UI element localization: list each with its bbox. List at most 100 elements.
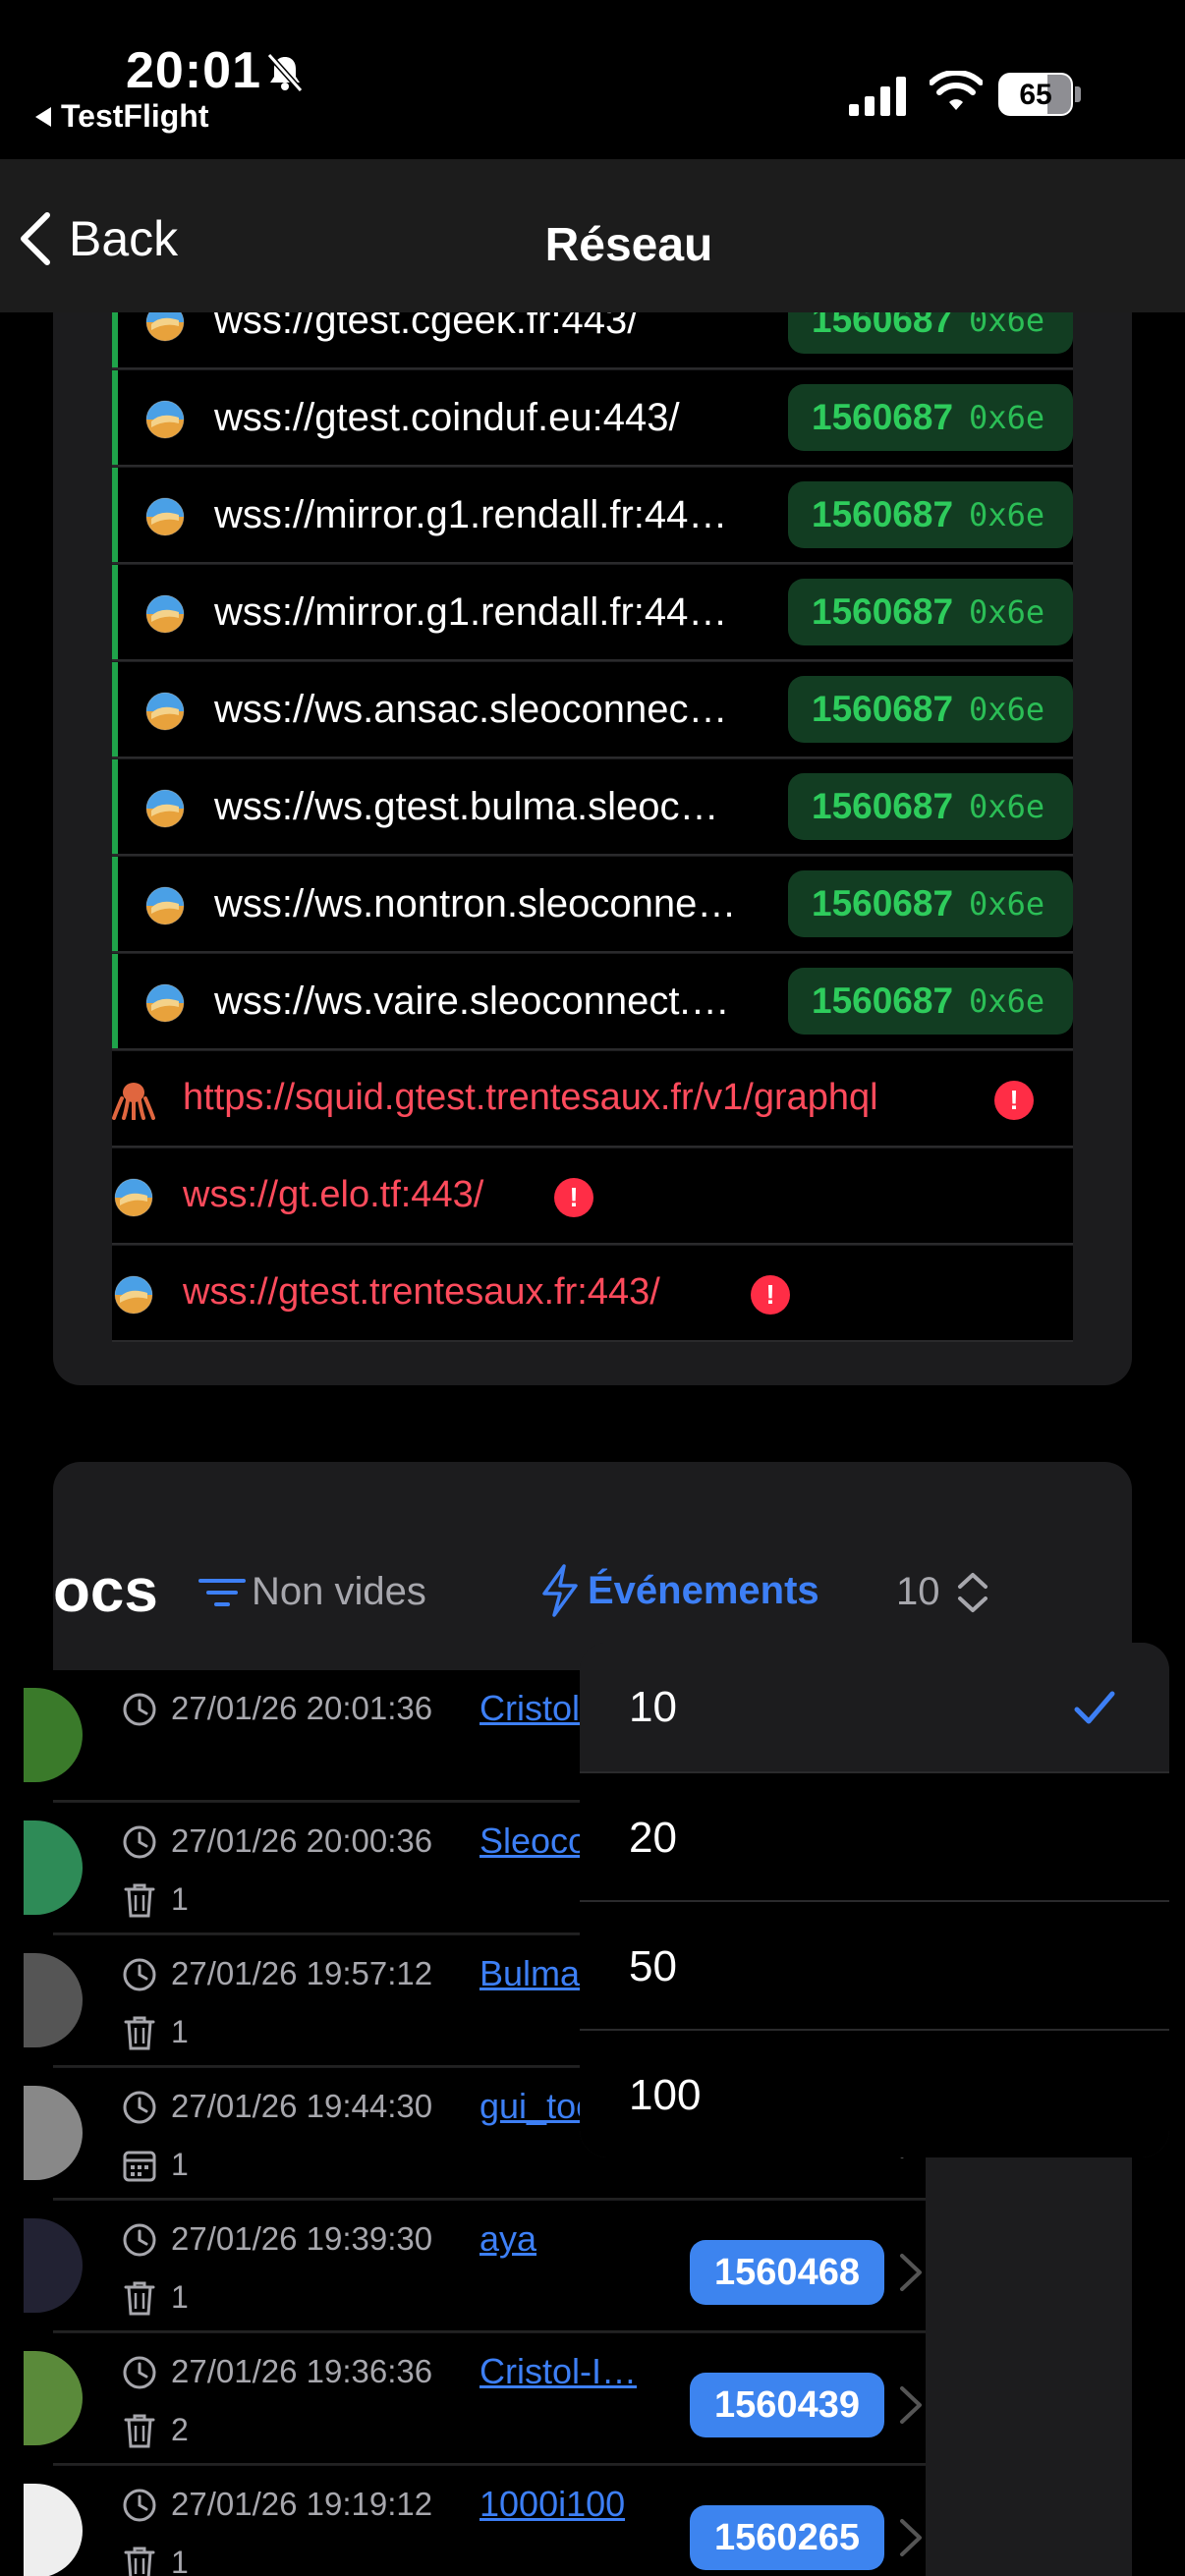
block-number: 1560687 <box>812 883 954 924</box>
peer-row[interactable]: wss://ws.vaire.sleoconnect.… 1560687 0x6e <box>112 954 1073 1050</box>
peer-url: wss://ws.ansac.sleoconnec… <box>214 688 728 731</box>
event-count: 1 <box>171 2279 189 2315</box>
peer-row[interactable]: wss://ws.ansac.sleoconnec… 1560687 0x6e <box>112 662 1073 758</box>
block-hash: 0x6e <box>969 885 1045 923</box>
battery-indicator: 65 <box>998 73 1081 116</box>
error-peer-row[interactable]: wss://gt.elo.tf:443/! <box>112 1148 1073 1245</box>
clock-icon <box>123 2489 156 2522</box>
block-time: 27/01/26 20:00:36 <box>171 1822 433 1859</box>
checkmark-icon <box>1074 1691 1115 1724</box>
event-count: 1 <box>171 2147 189 2182</box>
block-number: 1560687 <box>812 591 954 632</box>
block-time: 27/01/26 20:01:36 <box>171 1690 433 1726</box>
page-title: Réseau <box>544 219 713 271</box>
screen: 20:01 TestFlight 65 Back Réseau ocs Non … <box>0 0 1185 2576</box>
error-icon: ! <box>554 1178 593 1217</box>
peer-row[interactable]: wss://ws.nontron.sleoconne… 1560687 0x6e <box>112 857 1073 953</box>
trash-icon <box>124 2016 155 2050</box>
globe-icon <box>145 983 185 1023</box>
avatar <box>24 2351 83 2445</box>
peer-row[interactable]: wss://mirror.g1.rendall.fr:44… 1560687 0x6… <box>112 565 1073 661</box>
block-number: 1560687 <box>812 980 954 1021</box>
filter-label: Non vides <box>252 1570 426 1613</box>
globe-icon <box>145 594 185 634</box>
event-count: 1 <box>171 2545 189 2576</box>
avatar <box>24 2484 83 2576</box>
block-author-link[interactable]: 1000i100 <box>480 2484 625 2525</box>
avatar <box>24 1688 83 1782</box>
peer-row[interactable]: wss://mirror.g1.rendall.fr:44… 1560687 0x6… <box>112 468 1073 564</box>
block-time: 27/01/26 19:36:36 <box>171 2353 433 2389</box>
dropdown-option[interactable]: 20 <box>580 1771 1169 1900</box>
block-height-badge: 1560687 0x6e <box>788 968 1073 1035</box>
trash-icon <box>124 2414 155 2448</box>
globe-icon <box>145 789 185 828</box>
clock-icon <box>123 2356 156 2389</box>
globe-icon <box>145 886 185 925</box>
non-empty-filter-button[interactable]: Non vides <box>198 1570 426 1614</box>
block-row[interactable]: 27/01/26 19:39:30 aya 1 1560468 <box>24 2201 926 2332</box>
error-peer-row[interactable]: wss://gtest.trentesaux.fr:443/! <box>112 1246 1073 1342</box>
error-url: wss://gt.elo.tf:443/ <box>183 1174 484 1215</box>
dropdown-option-label: 20 <box>629 1814 677 1862</box>
avatar <box>24 1820 83 1915</box>
lightning-icon <box>542 1564 578 1617</box>
globe-icon <box>114 1275 153 1315</box>
bell-slash-icon <box>266 53 304 92</box>
count-picker-button[interactable]: 10 <box>896 1570 989 1614</box>
dropdown-option-label: 100 <box>629 2071 702 2119</box>
event-count: 1 <box>171 1881 189 1917</box>
peer-url: wss://ws.gtest.bulma.sleoc… <box>214 785 719 828</box>
block-number-badge: 1560468 <box>690 2240 884 2305</box>
peer-row[interactable]: wss://gtest.coinduf.eu:443/1560687 0x6e <box>112 370 1073 467</box>
cellular-signal-icon <box>849 77 906 116</box>
block-row[interactable]: 27/01/26 19:36:36 Cristol-I… 2 1560439 <box>24 2333 926 2465</box>
back-app-label: TestFlight <box>61 98 209 134</box>
error-url: https://squid.gtest.trentesaux.fr/v1/gra… <box>183 1077 878 1118</box>
block-time: 27/01/26 19:39:30 <box>171 2220 433 2257</box>
block-height-badge: 1560687 0x6e <box>788 384 1073 451</box>
peer-url: wss://ws.nontron.sleoconne… <box>214 882 737 925</box>
block-number: 1560687 <box>812 786 954 826</box>
calendar-icon <box>123 2151 156 2182</box>
block-hash: 0x6e <box>969 399 1045 436</box>
peer-row[interactable]: wss://ws.gtest.bulma.sleoc… 1560687 0x6e <box>112 759 1073 856</box>
count-value: 10 <box>896 1570 940 1613</box>
clock-icon <box>123 1825 156 1859</box>
error-peer-row[interactable]: https://squid.gtest.trentesaux.fr/v1/gra… <box>112 1051 1073 1148</box>
status-bar: 20:01 TestFlight 65 <box>0 0 1185 159</box>
block-author-link[interactable]: aya <box>480 2218 536 2260</box>
trash-icon <box>124 2281 155 2316</box>
peer-url: wss://mirror.g1.rendall.fr:44… <box>214 590 728 634</box>
events-toggle-button[interactable]: Événements <box>540 1564 819 1617</box>
error-url: wss://gtest.trentesaux.fr:443/ <box>183 1271 660 1313</box>
dropdown-option[interactable]: 10 <box>580 1643 1169 1771</box>
events-label: Événements <box>588 1568 819 1612</box>
peer-url: wss://mirror.g1.rendall.fr:44… <box>214 493 728 536</box>
block-hash: 0x6e <box>969 496 1045 533</box>
status-ok-bar <box>112 662 118 756</box>
block-row[interactable]: 27/01/26 19:19:12 1000i100 1 1560265 <box>24 2466 926 2576</box>
globe-icon <box>114 1178 153 1217</box>
block-hash: 0x6e <box>969 593 1045 631</box>
block-hash: 0x6e <box>969 691 1045 728</box>
squid-icon <box>112 1083 155 1120</box>
trash-icon <box>124 2547 155 2576</box>
clock-icon <box>123 2091 156 2124</box>
block-author-link[interactable]: Bulma <box>480 1953 580 1994</box>
dropdown-option[interactable]: 100 <box>580 2029 1169 2157</box>
chevron-right-icon <box>900 2519 922 2556</box>
dropdown-option[interactable]: 50 <box>580 1900 1169 2029</box>
error-icon: ! <box>994 1081 1034 1120</box>
peer-url: wss://gtest.coinduf.eu:443/ <box>214 396 680 439</box>
battery-level: 65 <box>1019 79 1052 111</box>
chevron-right-icon <box>900 2254 922 2291</box>
event-count: 2 <box>171 2412 189 2447</box>
back-to-testflight[interactable]: TestFlight <box>35 98 209 135</box>
avatar <box>24 2218 83 2313</box>
block-author-link[interactable]: Cristol-I… <box>480 2351 637 2392</box>
block-height-badge: 1560687 0x6e <box>788 676 1073 743</box>
block-hash: 0x6e <box>969 788 1045 825</box>
peer-url: wss://ws.vaire.sleoconnect.… <box>214 980 730 1023</box>
block-height-badge: 1560687 0x6e <box>788 773 1073 840</box>
